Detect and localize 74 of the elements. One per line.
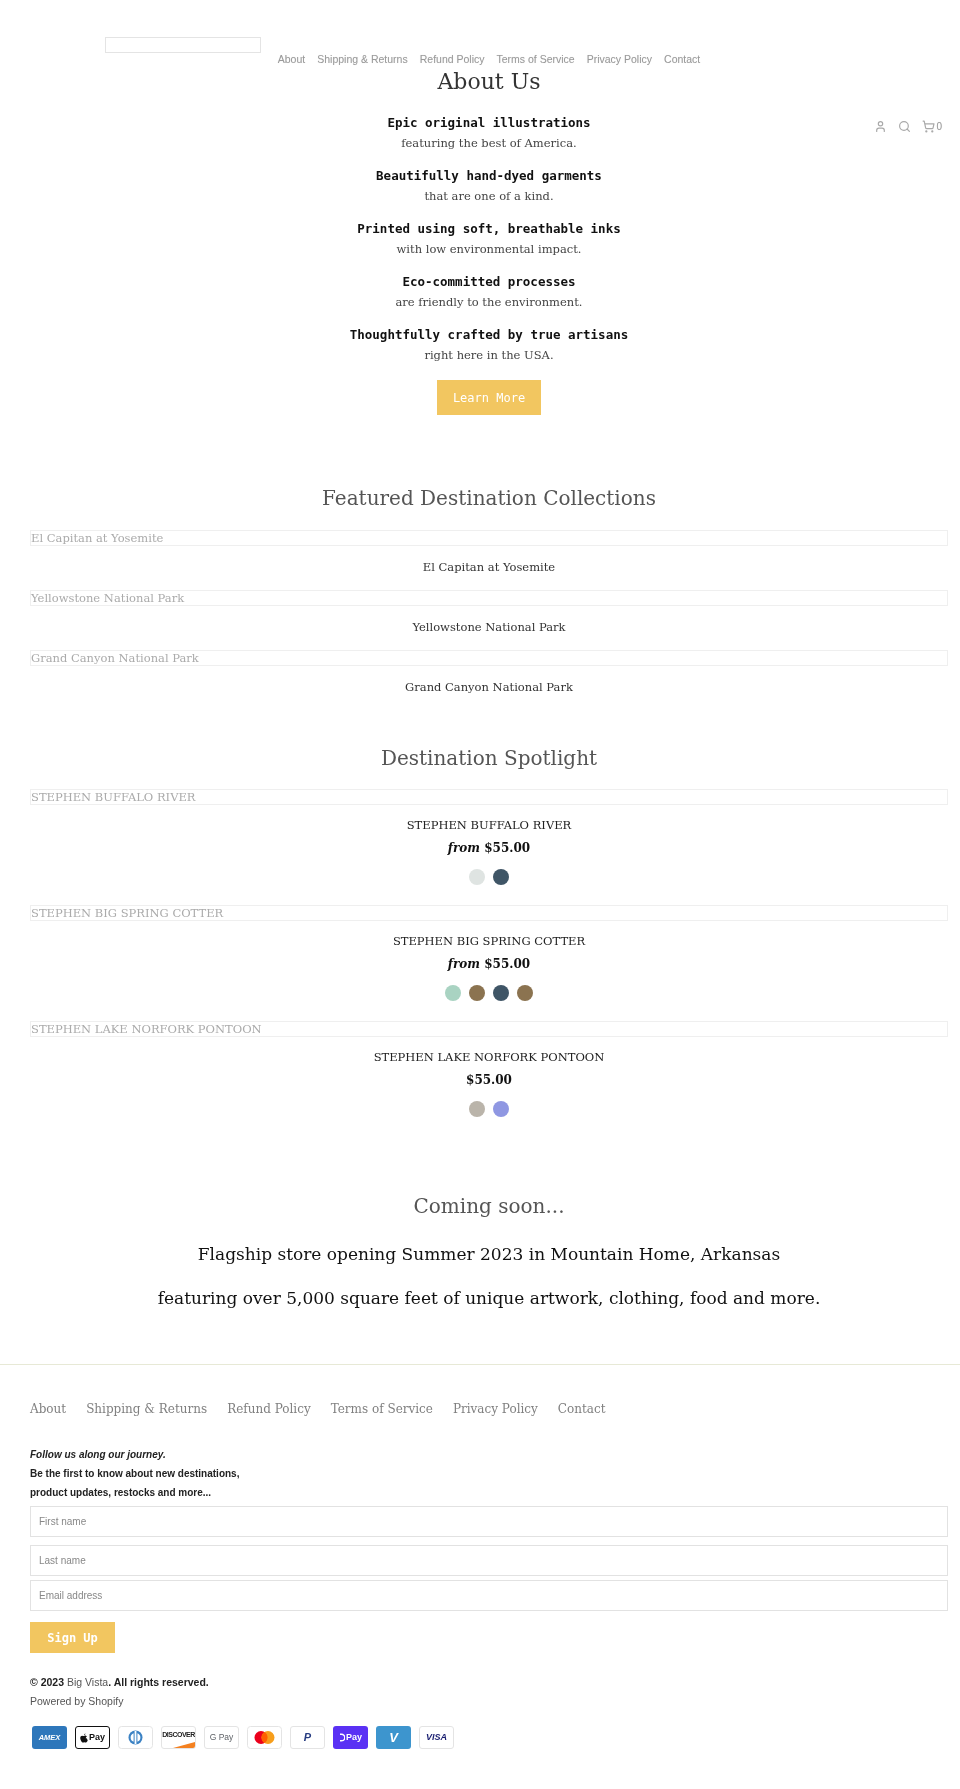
feature-text: are friendly to the environment. [395,294,583,311]
product-title[interactable]: STEPHEN BUFFALO RIVER [406,816,572,834]
cart-icon[interactable] [922,120,936,133]
payment-badge: G Pay [204,1726,239,1749]
image-alt-text: Grand Canyon National Park [30,650,948,666]
color-swatch[interactable] [469,869,485,885]
input-field[interactable]: Email address [30,1580,948,1611]
newsletter-text: Be the first to know about new destinations, [30,1467,240,1481]
announcement-text: Flagship store opening Summer 2023 in Mountain Home, Arkansas [197,1243,781,1266]
product-price: from $55.00 [447,956,531,973]
collection-title[interactable]: Yellowstone National Park [412,618,566,636]
product-title[interactable]: STEPHEN BIG SPRING COTTER [392,932,586,950]
color-swatch[interactable] [469,985,485,1001]
section-title: Coming soon... [413,1193,565,1220]
payment-label: Pay [346,1730,362,1744]
feature-headline: Eco-committed processes [402,273,576,291]
account-icon[interactable] [874,120,888,133]
nav-link[interactable]: Refund Policy [419,52,485,66]
feature-text: featuring the best of America. [401,135,577,152]
search-icon[interactable] [898,120,912,133]
input-field[interactable]: First name [30,1506,948,1537]
color-swatch[interactable] [493,869,509,885]
feature-text: that are one of a kind. [424,188,554,205]
image-alt-text: Yellowstone National Park [30,590,948,606]
payment-badge: VISA [419,1726,454,1749]
color-swatch[interactable] [517,985,533,1001]
announcement-text: featuring over 5,000 square feet of unique artwork, clothing, food and more. [157,1287,821,1310]
nav-link[interactable]: About [277,52,306,66]
overlapping-circles-icon [247,1726,282,1749]
footer-link[interactable]: Shipping & Returns [86,1400,208,1418]
footer-link[interactable]: Terms of Service [330,1400,433,1418]
footer-link[interactable]: Privacy Policy [452,1400,538,1418]
image-alt-text: El Capitan at Yosemite [30,530,948,546]
nav-link[interactable]: Shipping & Returns [317,52,408,66]
color-swatch[interactable] [493,1101,509,1117]
product-price: $55.00 [466,1072,512,1089]
color-swatch[interactable] [493,985,509,1001]
powered-by-link[interactable]: Powered by Shopify [30,1692,124,1710]
nav-link[interactable]: Terms of Service [496,52,575,66]
feature-text: with low environmental impact. [396,241,582,258]
apple-icon [80,1732,88,1743]
product-price: from $55.00 [447,840,531,857]
collection-title[interactable]: El Capitan at Yosemite [422,558,556,576]
feature-headline: Thoughtfully crafted by true artisans [349,326,629,344]
section-title: Destination Spotlight [380,745,598,772]
logo-placeholder[interactable] [105,37,261,53]
swoosh-icon [173,1742,195,1748]
section-title: About Us [437,70,541,94]
payment-label: Pay [89,1730,105,1744]
feature-headline: Beautifully hand-dyed garments [376,167,602,185]
footer-link[interactable]: Contact [557,1400,606,1418]
newsletter-text: product updates, restocks and more... [30,1486,212,1500]
feature-text: right here in the USA. [424,347,554,364]
copyright-text: © 2023 Big Vista. All rights reserved. [30,1675,209,1690]
feature-headline: Epic original illustrations [387,114,591,132]
section-title: Featured Destination Collections [322,485,656,512]
color-swatch[interactable] [445,985,461,1001]
product-title[interactable]: STEPHEN LAKE NORFORK PONTOON [373,1048,605,1066]
image-alt-text: STEPHEN BIG SPRING COTTER [30,905,948,921]
feature-headline: Printed using soft, breathable inks [357,220,621,238]
image-alt-text: STEPHEN LAKE NORFORK PONTOON [30,1021,948,1037]
arc-icon [339,1733,345,1742]
footer-link[interactable]: Refund Policy [227,1400,311,1418]
payment-badge: P [290,1726,325,1749]
nav-link[interactable]: Contact [664,52,701,66]
payment-badge: V [376,1726,411,1749]
image-alt-text: STEPHEN BUFFALO RIVER [30,789,948,805]
color-swatch[interactable] [469,1101,485,1117]
nav-link[interactable]: Privacy Policy [586,52,653,66]
collection-title[interactable]: Grand Canyon National Park [405,678,573,696]
newsletter-heading: Follow us along our journey. [30,1448,166,1462]
cart-count: 0 [936,120,942,133]
footer-link[interactable]: About [30,1400,67,1418]
input-field[interactable]: Last name [30,1545,948,1576]
